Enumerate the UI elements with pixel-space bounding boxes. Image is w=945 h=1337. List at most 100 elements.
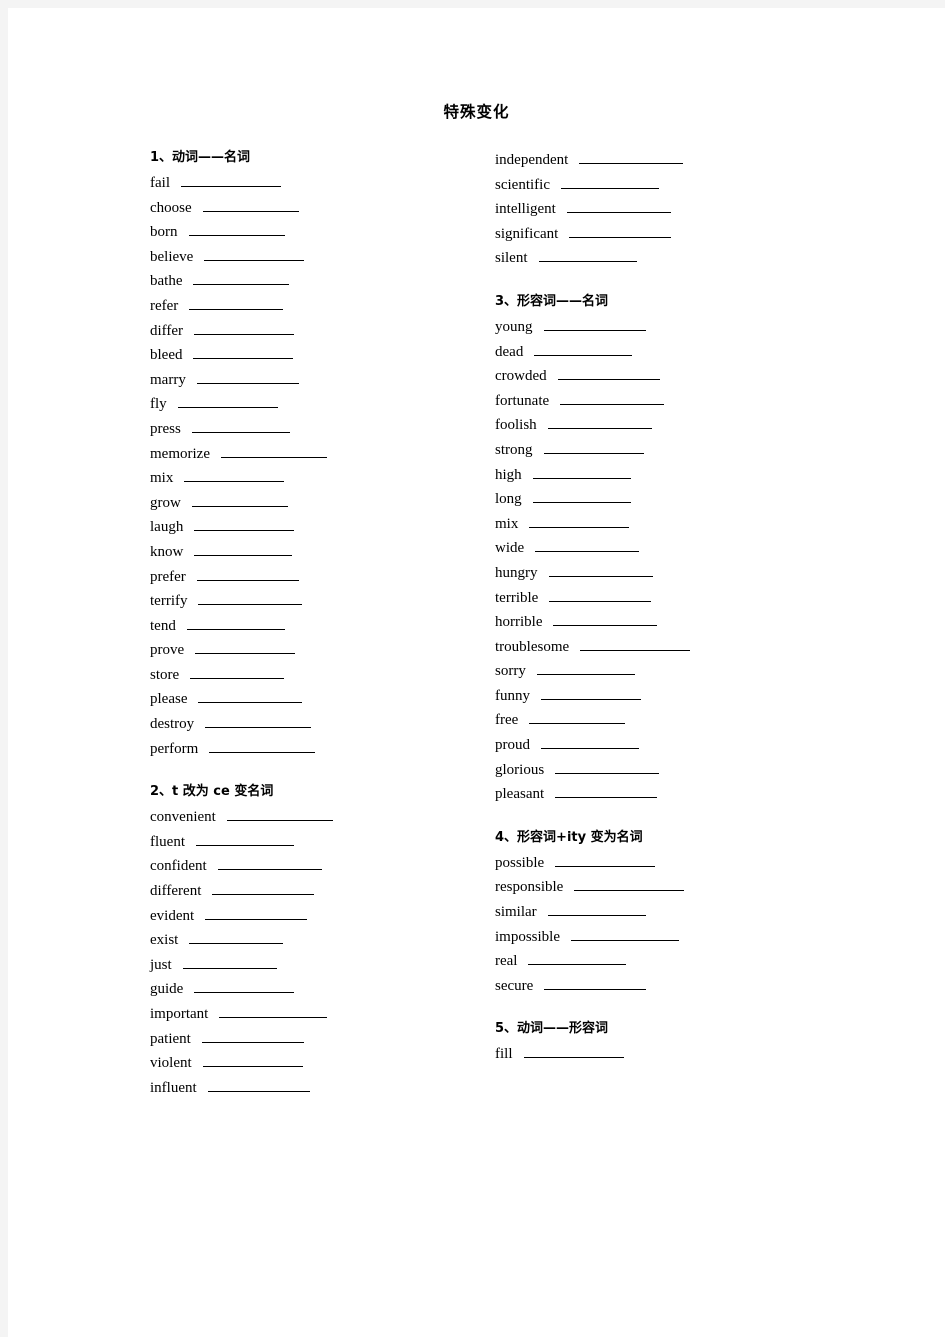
answer-blank[interactable]	[201, 1030, 304, 1043]
exercise-row-fill: fill	[495, 1042, 825, 1067]
answer-blank[interactable]	[555, 854, 656, 867]
answer-blank[interactable]	[569, 225, 672, 238]
answer-blank[interactable]	[204, 248, 305, 261]
exercise-row-grow: grow	[150, 491, 480, 516]
answer-blank[interactable]	[196, 568, 299, 581]
answer-blank[interactable]	[195, 642, 296, 655]
answer-blank[interactable]	[541, 737, 639, 750]
answer-blank[interactable]	[535, 540, 640, 553]
answer-blank[interactable]	[566, 201, 671, 214]
exercise-row-silent: silent	[495, 246, 825, 271]
answer-blank[interactable]	[177, 396, 278, 409]
answer-blank[interactable]	[580, 638, 691, 651]
exercise-row-confident: confident	[150, 854, 480, 879]
exercise-row-horrible: horrible	[495, 610, 825, 635]
answer-blank[interactable]	[194, 519, 295, 532]
answer-blank[interactable]	[547, 417, 652, 430]
answer-blank[interactable]	[529, 712, 626, 725]
answer-blank[interactable]	[557, 368, 660, 381]
answer-blank[interactable]	[205, 716, 312, 729]
prompt-word: different	[150, 883, 202, 900]
answer-blank[interactable]	[198, 593, 303, 606]
answer-blank[interactable]	[191, 494, 288, 507]
answer-blank[interactable]	[549, 589, 652, 602]
answer-blank[interactable]	[543, 441, 644, 454]
answer-blank[interactable]	[196, 833, 294, 846]
answer-blank[interactable]	[194, 981, 295, 994]
answer-blank[interactable]	[219, 1005, 328, 1018]
exercise-row-terrify: terrify	[150, 589, 480, 614]
answer-blank[interactable]	[536, 663, 635, 676]
prompt-word: choose	[150, 199, 192, 216]
answer-blank[interactable]	[543, 318, 646, 331]
answer-blank[interactable]	[182, 956, 277, 969]
answer-blank[interactable]	[547, 904, 646, 917]
answer-blank[interactable]	[555, 786, 658, 799]
answer-blank[interactable]	[196, 371, 299, 384]
answer-blank[interactable]	[198, 691, 303, 704]
answer-blank[interactable]	[209, 740, 316, 753]
exercise-row-patient: patient	[150, 1027, 480, 1052]
answer-blank[interactable]	[548, 564, 653, 577]
answer-blank[interactable]	[205, 907, 308, 920]
answer-blank[interactable]	[538, 250, 637, 263]
answer-blank[interactable]	[528, 953, 627, 966]
section-heading-2: 3、形容词——名词	[495, 293, 609, 309]
answer-blank[interactable]	[207, 1079, 310, 1092]
answer-blank[interactable]	[544, 977, 647, 990]
answer-blank[interactable]	[553, 614, 658, 627]
answer-blank[interactable]	[181, 174, 281, 187]
exercise-row-store: store	[150, 663, 480, 688]
answer-blank[interactable]	[541, 687, 641, 700]
prompt-word: fail	[150, 175, 170, 191]
exercise-row-convenient: convenient	[150, 805, 480, 830]
answer-blank[interactable]	[555, 761, 660, 774]
prompt-word: prove	[150, 642, 185, 659]
exercise-row-important: important	[150, 1002, 480, 1027]
answer-blank[interactable]	[571, 928, 680, 941]
answer-blank[interactable]	[188, 224, 285, 237]
answer-blank[interactable]	[560, 176, 659, 189]
answer-blank[interactable]	[193, 273, 290, 286]
answer-blank[interactable]	[194, 543, 293, 556]
exercise-row-press: press	[150, 417, 480, 442]
exercise-row-differ: differ	[150, 319, 480, 344]
answer-blank[interactable]	[217, 858, 322, 871]
section-heading-2: 2、t 改为 ce 变名词	[150, 784, 274, 800]
prompt-word: perform	[150, 740, 199, 757]
prompt-word: real	[495, 953, 518, 970]
prompt-word: patient	[150, 1030, 191, 1047]
exercise-row-free: free	[495, 708, 825, 733]
answer-blank[interactable]	[534, 343, 633, 356]
exercise-row-real: real	[495, 949, 825, 974]
answer-blank[interactable]	[194, 322, 295, 335]
answer-blank[interactable]	[189, 297, 284, 310]
prompt-word: free	[495, 712, 519, 729]
answer-blank[interactable]	[523, 1046, 624, 1059]
answer-blank[interactable]	[532, 491, 631, 504]
prompt-word: fill	[495, 1046, 513, 1063]
answer-blank[interactable]	[532, 466, 631, 479]
answer-blank[interactable]	[190, 666, 285, 679]
answer-blank[interactable]	[529, 515, 630, 528]
answer-blank[interactable]	[191, 420, 290, 433]
answer-blank[interactable]	[193, 347, 294, 360]
answer-blank[interactable]	[189, 932, 284, 945]
answer-blank[interactable]	[184, 470, 285, 483]
answer-blank[interactable]	[220, 445, 327, 458]
answer-blank[interactable]	[226, 809, 333, 822]
prompt-word: long	[495, 491, 522, 508]
answer-blank[interactable]	[186, 617, 285, 630]
exercise-row-possible: possible	[495, 851, 825, 876]
answer-blank[interactable]	[579, 151, 684, 164]
exercise-row-marry: marry	[150, 368, 480, 393]
exercise-row-please: please	[150, 687, 480, 712]
answer-blank[interactable]	[202, 1055, 303, 1068]
page-title: 特殊变化	[443, 103, 510, 121]
left-column: 1、动词——名词 fail choose born believe bathe refer d…	[150, 148, 480, 1100]
answer-blank[interactable]	[202, 199, 299, 212]
prompt-word: destroy	[150, 716, 195, 733]
answer-blank[interactable]	[574, 879, 685, 892]
answer-blank[interactable]	[212, 883, 315, 896]
answer-blank[interactable]	[560, 392, 665, 405]
